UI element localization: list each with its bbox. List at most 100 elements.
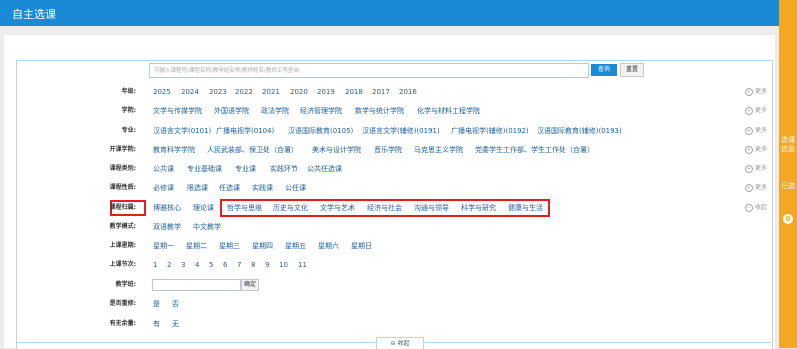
course-group-option[interactable]: 哲学与思维 — [227, 202, 262, 214]
plus-circle-icon: + — [745, 183, 753, 192]
search-input[interactable]: 可输入课程号/课程名称/教学班名称/教师姓名/教师工号查询 — [149, 63, 589, 78]
grade-option[interactable]: 2021 — [262, 86, 280, 98]
grade-option[interactable]: 2025 — [153, 86, 171, 98]
class-input[interactable] — [152, 279, 241, 291]
course-type-option[interactable]: 公共课 — [153, 163, 174, 175]
teach-mode-option[interactable]: 双语教学 — [153, 221, 181, 233]
period-option[interactable]: 8 — [251, 259, 255, 271]
weekday-option[interactable]: 星期三 — [219, 240, 240, 252]
dept-option[interactable]: 马克思主义学院 — [414, 144, 463, 156]
major-option[interactable]: 汉语国际教育(辅修)(0193) — [537, 125, 622, 137]
college-option[interactable]: 政法学院 — [261, 105, 289, 117]
course-type-label: 课程类别: — [109, 165, 136, 172]
grade-option[interactable]: 2019 — [317, 86, 335, 98]
college-row: 学院: 文学与传媒学院 外国语学院 政法学院 经济管理学院 数学与统计学院 化学… — [0, 105, 779, 117]
conflict-row: 是否重修: 是 否 — [0, 298, 779, 310]
course-nature-option[interactable]: 限选课 — [187, 182, 208, 194]
more-toggle[interactable]: + 更多 — [745, 163, 767, 175]
weekday-option[interactable]: 星期日 — [351, 240, 372, 252]
weekday-option[interactable]: 星期五 — [285, 240, 306, 252]
weekday-option[interactable]: 星期二 — [186, 240, 207, 252]
period-option[interactable]: 4 — [195, 259, 199, 271]
course-group-option[interactable]: 健康与生活 — [508, 202, 543, 214]
major-row: 专业: 汉语言文学(0101) 广播电视学(0104) 汉语国际教育(0105)… — [0, 125, 779, 137]
query-button[interactable]: 查询 — [591, 64, 617, 76]
teach-mode-option[interactable]: 中文教学 — [193, 221, 221, 233]
dept-option[interactable]: 教育科学学院 — [153, 144, 195, 156]
period-option[interactable]: 1 — [153, 259, 157, 271]
selected-count-badge: 0 — [783, 214, 793, 224]
collapse-toggle[interactable]: − 收起 — [745, 202, 767, 214]
dept-option[interactable]: 音乐学院 — [374, 144, 402, 156]
college-label: 学院: — [121, 107, 136, 114]
period-option[interactable]: 2 — [167, 259, 171, 271]
grade-option[interactable]: 2022 — [235, 86, 253, 98]
college-option[interactable]: 文学与传媒学院 — [153, 105, 202, 117]
course-group-option[interactable]: 博雅核心 — [153, 202, 181, 214]
course-type-option[interactable]: 专业课 — [235, 163, 256, 175]
weekday-option[interactable]: 星期一 — [153, 240, 174, 252]
course-nature-option[interactable]: 必修课 — [153, 182, 174, 194]
grade-option[interactable]: 2016 — [399, 86, 417, 98]
grade-option[interactable]: 2024 — [181, 86, 199, 98]
reset-button[interactable]: 重置 — [620, 63, 644, 77]
major-option[interactable]: 汉语言文学(0101) — [153, 125, 211, 137]
more-toggle[interactable]: + 更多 — [745, 86, 767, 98]
grade-option[interactable]: 2023 — [209, 86, 227, 98]
period-option[interactable]: 9 — [265, 259, 269, 271]
confirm-button[interactable]: 确定 — [241, 279, 259, 291]
major-option[interactable]: 广播电视学(0104) — [216, 125, 274, 137]
period-option[interactable]: 7 — [237, 259, 241, 271]
dept-option[interactable]: 美术与设计学院 — [312, 144, 361, 156]
major-option[interactable]: 广播电视学(辅修)(0192) — [451, 125, 529, 137]
course-nature-option[interactable]: 任选课 — [219, 182, 240, 194]
course-type-option[interactable]: 实践环节 — [270, 163, 298, 175]
more-toggle[interactable]: + 更多 — [745, 105, 767, 117]
more-toggle[interactable]: + 更多 — [745, 144, 767, 156]
teach-mode-row: 教学模式: 双语教学 中文教学 — [0, 221, 779, 233]
course-group-option[interactable]: 沟通与领导 — [414, 202, 449, 214]
grade-option[interactable]: 2017 — [372, 86, 390, 98]
college-option[interactable]: 经济管理学院 — [300, 105, 342, 117]
side-toolbar[interactable]: 选课信息 已选 0 — [779, 0, 797, 348]
college-option[interactable]: 化学与材料工程学院 — [417, 105, 480, 117]
more-toggle[interactable]: + 更多 — [745, 125, 767, 137]
class-label: 教学班: — [115, 281, 136, 288]
major-label: 专业: — [121, 127, 136, 134]
conflict-option[interactable]: 否 — [172, 298, 179, 310]
weekday-option[interactable]: 星期六 — [318, 240, 339, 252]
weekday-row: 上课星期: 星期一 星期二 星期三 星期四 星期五 星期六 星期日 — [0, 240, 779, 252]
major-option[interactable]: 汉语言文学(辅修)(0191) — [362, 125, 440, 137]
period-option[interactable]: 5 — [209, 259, 213, 271]
dept-option[interactable]: 人民武装部、保卫处（合署） — [207, 144, 298, 156]
class-row: 教学班: 确定 — [0, 279, 779, 291]
weekday-option[interactable]: 星期四 — [252, 240, 273, 252]
course-info-tab[interactable]: 选课信息 — [779, 136, 797, 154]
collapse-filter-button[interactable]: ⊖ 收起 — [376, 337, 424, 349]
dept-option[interactable]: 党委学生工作部、学生工作处（合署） — [475, 144, 594, 156]
course-type-option[interactable]: 公共任选课 — [307, 163, 342, 175]
grade-option[interactable]: 2020 — [290, 86, 308, 98]
grade-option[interactable]: 2018 — [345, 86, 363, 98]
period-option[interactable]: 6 — [223, 259, 227, 271]
course-type-option[interactable]: 专业基础课 — [187, 163, 222, 175]
course-group-option[interactable]: 理论课 — [193, 202, 214, 214]
course-group-option[interactable]: 科学与研究 — [461, 202, 496, 214]
course-nature-option[interactable]: 公任课 — [285, 182, 306, 194]
remain-option[interactable]: 有 — [153, 318, 160, 330]
course-group-option[interactable]: 历史与文化 — [273, 202, 308, 214]
course-group-option[interactable]: 文学与艺术 — [320, 202, 355, 214]
period-option[interactable]: 11 — [298, 259, 307, 271]
college-option[interactable]: 数学与统计学院 — [355, 105, 404, 117]
more-toggle[interactable]: + 更多 — [745, 182, 767, 194]
period-option[interactable]: 3 — [181, 259, 185, 271]
college-option[interactable]: 外国语学院 — [214, 105, 249, 117]
course-nature-option[interactable]: 实践课 — [252, 182, 273, 194]
period-option[interactable]: 10 — [279, 259, 288, 271]
course-group-option[interactable]: 经济与社会 — [367, 202, 402, 214]
period-label: 上课节次: — [109, 261, 136, 268]
selected-tab[interactable]: 已选 — [779, 182, 797, 191]
major-option[interactable]: 汉语国际教育(0105) — [288, 125, 353, 137]
remain-option[interactable]: 无 — [172, 318, 179, 330]
conflict-option[interactable]: 是 — [153, 298, 160, 310]
